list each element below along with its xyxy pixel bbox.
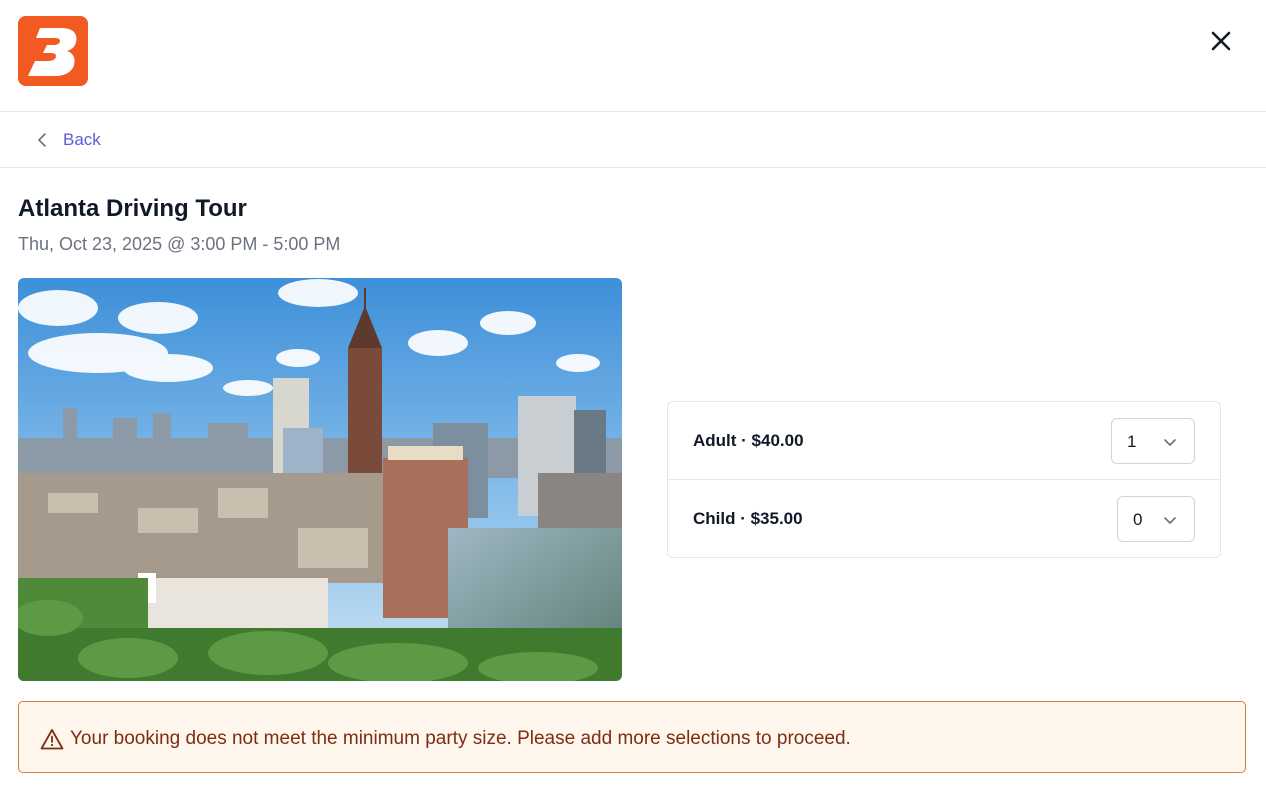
warning-triangle-icon [40,729,64,750]
event-title: Atlanta Driving Tour [18,195,247,222]
chevron-down-icon [1164,517,1176,524]
adult-quantity-value: 1 [1127,432,1137,451]
chevron-left-icon [38,133,46,147]
party-size-alert: Your booking does not meet the minimum p… [18,701,1246,773]
chevron-down-icon [1164,439,1176,446]
back-label: Back [63,130,101,149]
top-bar [0,0,1266,112]
ticket-label-child: Child · $35.00 [693,509,803,528]
child-quantity-value: 0 [1133,510,1143,529]
adult-quantity-select[interactable]: 1 [1111,418,1195,464]
ticket-panel: Adult · $40.00 1 Child · $35.00 0 [667,401,1221,558]
ticket-row-adult: Adult · $40.00 1 [668,402,1220,480]
ticket-label-adult: Adult · $40.00 [693,431,804,450]
close-button[interactable] [1206,26,1236,56]
brand-b-logo-icon [18,16,88,86]
alert-message: Your booking does not meet the minimum p… [70,728,851,749]
brand-logo [18,16,88,86]
child-quantity-select[interactable]: 0 [1117,496,1195,542]
back-link[interactable]: Back [34,129,101,151]
event-datetime: Thu, Oct 23, 2025 @ 3:00 PM - 5:00 PM [18,234,341,254]
close-icon [1211,31,1231,51]
ticket-row-child: Child · $35.00 0 [668,480,1220,558]
back-bar: Back [0,112,1266,168]
event-image [18,278,622,681]
